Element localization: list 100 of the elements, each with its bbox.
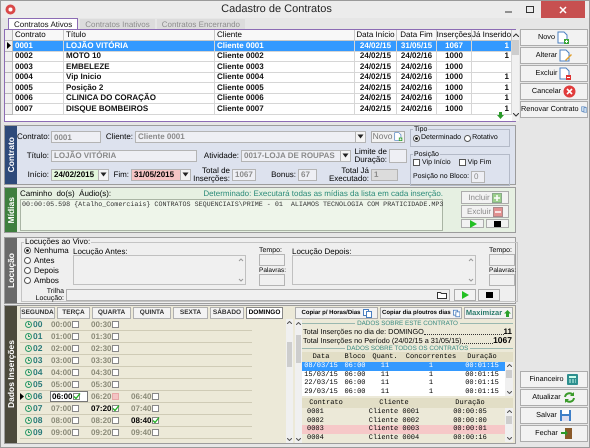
checkbox-icon <box>112 381 120 388</box>
column-header[interactable]: Data Fim <box>397 30 437 41</box>
radio-button[interactable]: Antes <box>24 256 70 265</box>
radio-button[interactable]: Nenhuma <box>24 246 70 255</box>
text-field[interactable] <box>389 148 407 162</box>
plus-icon <box>492 192 502 202</box>
scrollbar[interactable] <box>468 256 474 284</box>
table-row[interactable]: 0007 DISQUE BOMBEIROS Cliente 0007 24/02/15 24/02/16 1000 1 <box>5 104 512 114</box>
field-label: Caminho do(s) Áudio(s): <box>20 188 112 200</box>
table-row[interactable]: 0003 EMBELEZE Cliente 0003 24/02/15 24/02/16 1000 <box>5 62 512 72</box>
checkbox-icon <box>112 321 120 328</box>
scrollbar[interactable] <box>295 320 302 443</box>
hour-row[interactable]: 07 07:00 07:20 07:40 <box>20 403 252 415</box>
checkbox-icon <box>152 417 160 424</box>
column-header[interactable]: Já Inserido <box>472 30 512 41</box>
scrollbar[interactable] <box>505 362 513 396</box>
scroll-thumb[interactable] <box>506 416 512 424</box>
text-field[interactable] <box>489 254 515 266</box>
clock-icon <box>25 345 32 352</box>
checkbox-icon <box>72 369 80 376</box>
scrollbar[interactable] <box>238 256 244 284</box>
scroll-thumb[interactable] <box>296 335 301 363</box>
radio-button[interactable]: Ambos <box>24 276 70 285</box>
hour-label: 01 <box>33 330 44 343</box>
scrollbar[interactable] <box>505 408 513 442</box>
text-area[interactable] <box>73 255 246 285</box>
clock-icon <box>25 369 32 376</box>
time-slot[interactable]: 08:40 <box>130 415 168 426</box>
text-field[interactable] <box>489 274 515 286</box>
stop-icon <box>486 292 492 298</box>
field-label: Título: <box>26 150 49 162</box>
scrollbar[interactable] <box>286 319 293 443</box>
scroll-thumb[interactable] <box>512 40 519 55</box>
delete-document-icon <box>559 67 572 80</box>
field-label: Locução Antes: <box>73 246 129 255</box>
caret-icon <box>182 172 189 177</box>
hour-row[interactable]: 06 06:00 06:20 06:40 <box>20 391 252 403</box>
table-row[interactable]: 0004 Vip Inicio Cliente 0004 24/02/15 24/02/16 1000 1 <box>5 72 512 83</box>
close-button[interactable] <box>541 1 585 18</box>
checkbox-icon <box>72 345 80 352</box>
table-cell: Cliente 0007 <box>215 104 355 114</box>
row-pointer-icon <box>6 42 10 50</box>
button[interactable]: Novo <box>371 130 405 142</box>
checkbox-icon <box>152 393 160 400</box>
tab[interactable]: Contratos Ativos <box>8 18 78 29</box>
field-label: Contrato: <box>17 130 49 142</box>
column-header[interactable]: Contrato <box>13 30 64 41</box>
text-field[interactable] <box>66 289 450 301</box>
hour-row[interactable]: 08 08:00 08:20 08:40 <box>20 415 252 427</box>
hour-label: 05 <box>33 378 44 391</box>
table-row[interactable]: 0002 MOTO 10 Cliente 0002 24/02/15 24/02/16 1000 1 <box>5 52 512 62</box>
checkbox-icon <box>72 405 80 412</box>
stop-button[interactable] <box>478 289 500 301</box>
checkbox-icon <box>72 321 80 328</box>
table-cell: 24/02/16 <box>397 104 437 114</box>
blocked-box-icon <box>112 393 120 400</box>
maximize-icon <box>526 6 534 13</box>
column-header[interactable]: Data Início <box>355 30 397 41</box>
scroll-thumb[interactable] <box>506 370 512 378</box>
date-field[interactable]: 24/02/2015 <box>51 168 109 180</box>
time-slot[interactable]: 07:20 <box>90 403 128 414</box>
scroll-thumb[interactable] <box>287 342 292 367</box>
radio-button[interactable]: Depois <box>24 266 70 275</box>
field-label: Total de Inserções: <box>193 166 230 182</box>
checkbox-icon <box>112 345 120 352</box>
folder-icon <box>437 291 447 299</box>
date-field[interactable]: 31/05/2015 <box>131 168 191 180</box>
field-label: Início: <box>26 168 49 180</box>
column-header[interactable]: Cliente <box>215 30 355 41</box>
checkbox-icon <box>112 405 120 412</box>
clock-icon <box>25 393 32 400</box>
table-row[interactable]: 0005 Posição 2 Cliente 0005 24/02/15 24/02/16 1000 1 <box>5 83 512 94</box>
table-cell: DISQUE BOMBEIROS <box>64 104 215 114</box>
caret-icon <box>357 134 364 139</box>
group-label: Locuções ao Vivo: <box>24 238 92 246</box>
checkbox-icon <box>73 393 82 400</box>
door-icon <box>560 427 573 440</box>
clock-icon <box>25 321 32 328</box>
text-field[interactable] <box>259 274 285 286</box>
copy-documents-icon <box>452 308 460 318</box>
checkbox-icon <box>112 333 120 340</box>
scroll-up-icon <box>506 364 512 367</box>
time-slot[interactable]: 06:00 <box>50 391 88 402</box>
column-header[interactable]: Inserções <box>437 30 472 41</box>
field-label: Limite de Duração: <box>354 148 387 164</box>
table-row[interactable]: 0006 CLINICA DO CORAÇÃO Cliente 0006 24/02/15 24/02/16 1000 1 <box>5 94 512 104</box>
down-arrow-icon[interactable] <box>497 112 504 119</box>
caret-icon <box>100 172 107 177</box>
scroll-down-icon <box>506 437 512 440</box>
row-header[interactable] <box>5 41 13 52</box>
checkbox-icon <box>112 429 120 436</box>
stat-value: 1067 <box>493 336 512 345</box>
section-label: Locução <box>4 253 17 288</box>
text-field[interactable] <box>259 254 285 266</box>
scrollbar[interactable] <box>512 30 519 121</box>
stop-button[interactable] <box>486 219 509 228</box>
clock-icon <box>25 405 32 412</box>
clock-icon <box>25 333 32 340</box>
checkbox-icon <box>112 417 120 424</box>
column-header[interactable]: Título <box>64 30 215 41</box>
